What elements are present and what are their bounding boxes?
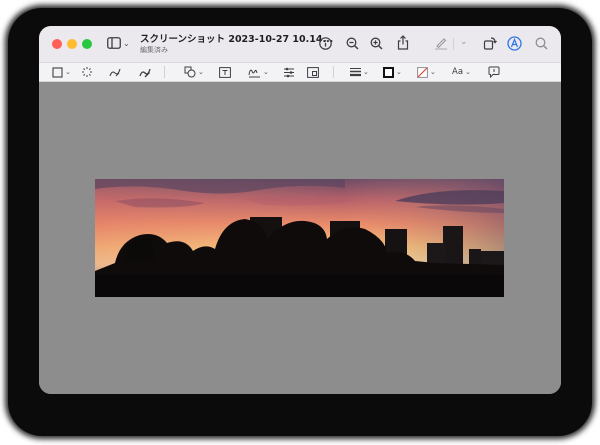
adjust-size-icon [307,66,319,78]
border-color-icon [383,66,394,78]
rotate-icon [483,37,497,50]
draw-tool-button[interactable] [139,66,151,78]
instant-alpha-icon [82,67,92,77]
sunset-skyline-photo [95,179,504,297]
line-style-icon [350,68,361,77]
sign-button[interactable]: ⌄ [248,66,269,78]
zoom-in-icon [370,37,383,50]
chevron-down-icon: ⌄ [263,68,269,76]
window-title: スクリーンショット 2023-10-27 10.14... [140,34,334,45]
toolbar-divider [333,66,334,78]
zoom-out-button[interactable] [346,37,359,50]
chevron-down-icon: ⌄ [198,68,204,76]
annotation-button[interactable] [488,66,500,78]
share-button[interactable] [397,35,409,50]
search-icon [535,37,548,50]
adjust-size-button[interactable] [307,66,319,78]
line-style-button[interactable]: ⌄ [350,66,369,78]
sidebar-toggle-button[interactable]: ⌄ [107,37,130,49]
markup-icon [507,36,522,51]
text-style-button[interactable]: Aa ⌄ [452,66,471,78]
adjust-color-icon [284,67,294,77]
border-color-button[interactable]: ⌄ [383,66,402,78]
rotate-button[interactable] [483,36,497,50]
search-button[interactable] [535,37,548,50]
adjust-color-button[interactable] [283,66,295,78]
close-window-button[interactable] [52,39,62,49]
sketch-icon [109,68,121,77]
chevron-down-icon: ⌄ [65,68,71,76]
info-icon [319,37,332,50]
sketch-tool-button[interactable] [109,66,121,78]
window-subtitle: 編集済み [140,46,168,54]
text-box-button[interactable] [219,66,231,78]
share-icon [397,35,409,50]
highlight-pen-icon [435,38,447,50]
info-button[interactable] [319,37,332,50]
text-style-label: Aa [452,67,464,77]
document-canvas [39,82,561,394]
title-bar: ⌄ スクリーンショット 2023-10-27 10.14... 編集済み ⌄ [39,26,561,63]
draw-icon [139,68,151,78]
toolbar-divider [453,38,454,50]
fill-color-button[interactable]: ⌄ [417,66,436,78]
rectangle-selection-icon [52,66,63,78]
shapes-button[interactable]: ⌄ [184,66,204,78]
speech-bubble-icon [488,66,500,78]
markup-button[interactable] [507,36,522,51]
text-box-icon [219,66,231,78]
shapes-icon [184,66,196,78]
highlight-button[interactable] [434,36,448,50]
zoom-in-button[interactable] [370,37,383,50]
chevron-down-icon: ⌄ [396,68,402,76]
signature-icon [248,69,260,78]
chevron-down-icon: ⌄ [465,68,471,76]
selection-tool-button[interactable]: ⌄ [52,66,71,78]
preview-window: ⌄ スクリーンショット 2023-10-27 10.14... 編集済み ⌄ ⌄… [39,26,561,394]
fullscreen-window-button[interactable] [82,39,92,49]
sidebar-toggle-icon [107,37,121,49]
chevron-down-icon: ⌄ [363,68,369,76]
chevron-down-icon[interactable]: ⌄ [460,37,468,47]
minimize-window-button[interactable] [67,39,77,49]
toolbar-divider [164,66,165,78]
chevron-down-icon: ⌄ [123,38,130,48]
chevron-down-icon: ⌄ [430,68,436,76]
fill-color-icon [417,66,428,78]
zoom-out-icon [346,37,359,50]
markup-toolbar: ⌄ ⌄ ⌄ ⌄ ⌄ ⌄ Aa ⌄ [39,63,561,82]
instant-alpha-button[interactable] [81,66,93,78]
